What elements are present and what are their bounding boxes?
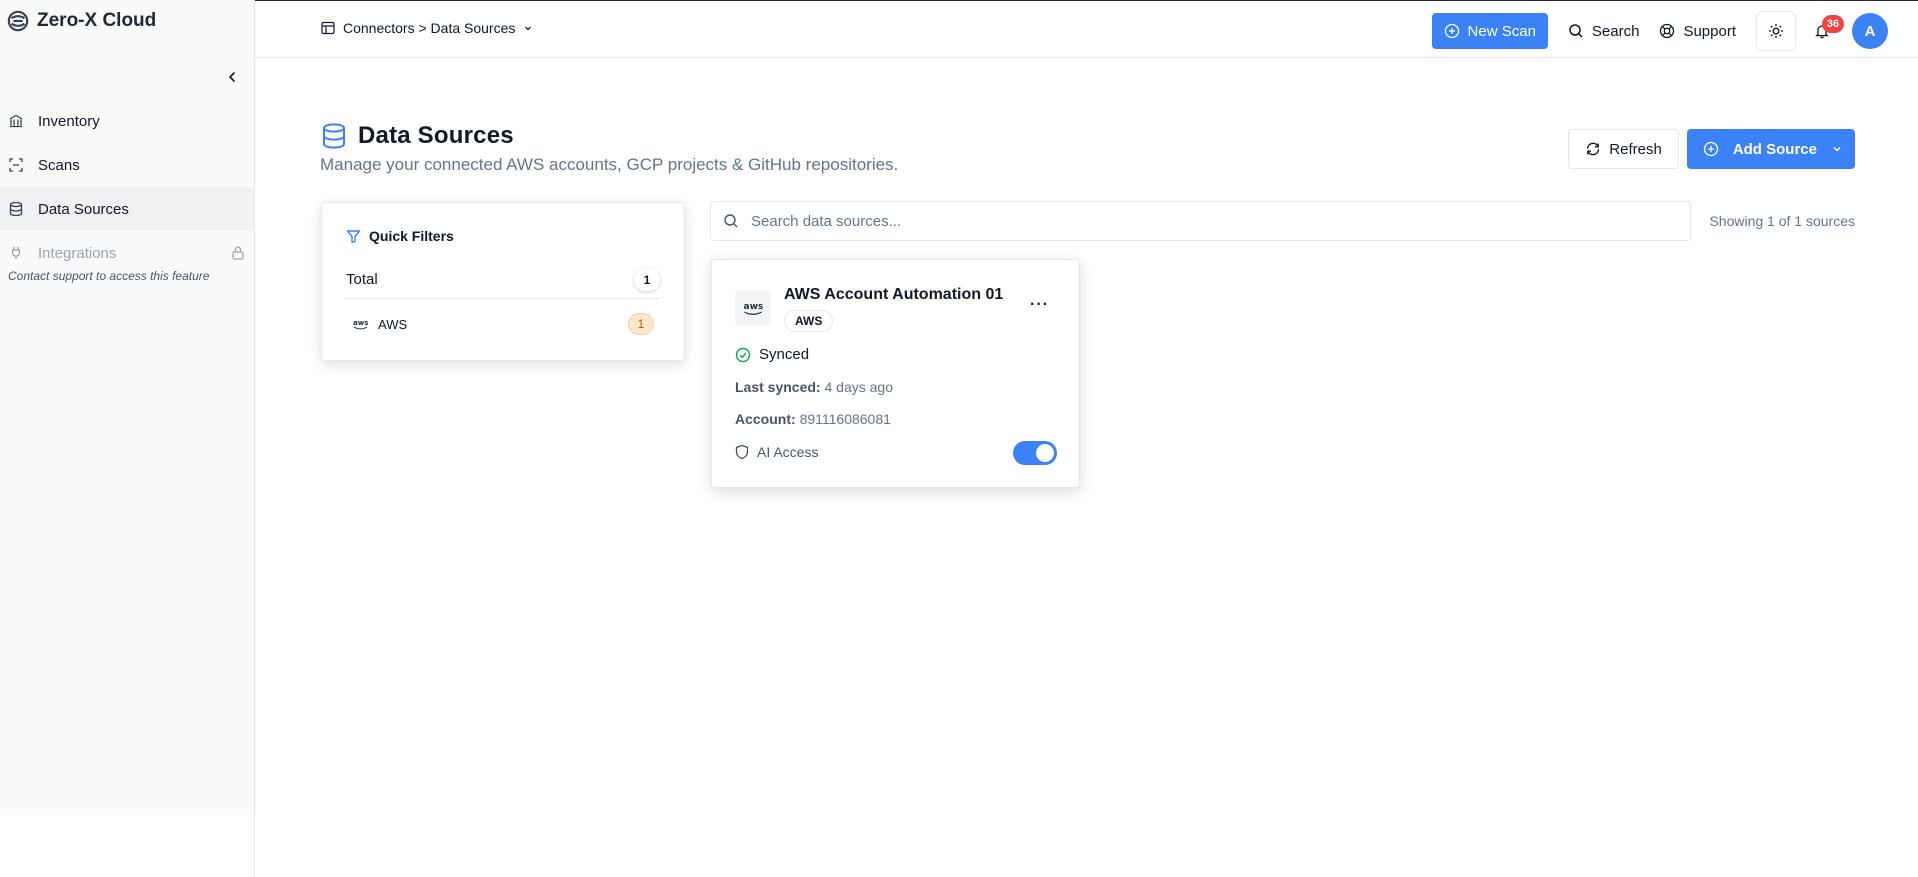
breadcrumb-text: Connectors > Data Sources	[343, 20, 516, 36]
plus-circle-icon	[1444, 23, 1459, 39]
ai-access-toggle[interactable]	[1013, 441, 1057, 465]
search-button[interactable]: Search	[1568, 22, 1640, 40]
sidebar-item-integrations: Integrations	[0, 231, 254, 275]
bank-icon	[9, 114, 23, 128]
brand-logo-icon	[7, 10, 29, 32]
aws-logo-icon: aws	[353, 319, 368, 330]
search-icon	[1569, 24, 1583, 38]
last-synced-value: 4 days ago	[824, 379, 893, 395]
filter-item-label: AWS	[378, 316, 408, 332]
sidebar-item-data-sources[interactable]: Data Sources	[0, 187, 254, 231]
new-scan-label: New Scan	[1467, 22, 1536, 40]
account-id: Account: 891116086081	[735, 411, 891, 427]
sidebar-item-label: Scans	[38, 156, 80, 174]
brand-name: Zero-X Cloud	[37, 10, 157, 31]
database-icon	[9, 201, 23, 217]
chevron-left-icon	[228, 72, 235, 82]
search-icon	[724, 214, 738, 228]
quick-filters-title-text: Quick Filters	[369, 228, 454, 244]
ai-access-label: AI Access	[757, 444, 819, 460]
refresh-icon	[1587, 142, 1600, 156]
sync-status-text: Synced	[759, 346, 810, 363]
filter-total-label: Total	[346, 271, 378, 288]
sidebar-nav: Inventory Scans Data Sources Integration…	[0, 99, 254, 283]
svg-text:aws: aws	[353, 319, 368, 327]
new-scan-button[interactable]: New Scan	[1431, 13, 1548, 49]
page-actions: Refresh Add Source	[1568, 129, 1855, 169]
add-source-label: Add Source	[1732, 140, 1817, 158]
chevron-down-icon	[1833, 146, 1841, 152]
search-label: Search	[1591, 22, 1640, 40]
more-options-button[interactable]: ···	[1030, 296, 1049, 314]
header-actions: New Scan Search Support 36 A	[1431, 11, 1888, 51]
results-count: Showing 1 of 1 sources	[1709, 213, 1855, 229]
page-title: Data Sources	[358, 122, 514, 149]
account-label: Account:	[735, 411, 796, 427]
source-card[interactable]: aws AWS Account Automation 01 AWS ··· Sy…	[711, 259, 1080, 488]
add-source-button[interactable]: Add Source	[1686, 129, 1855, 169]
source-name: AWS Account Automation 01	[784, 286, 1004, 303]
sidebar-item-label: Inventory	[38, 112, 100, 130]
page-title-row: Data Sources	[320, 122, 514, 150]
breadcrumb[interactable]: Connectors > Data Sources	[321, 20, 533, 36]
quick-filters-title: Quick Filters	[346, 228, 454, 244]
chevron-down-icon	[525, 26, 532, 31]
sidebar: Zero-X Cloud Inventory Scans Data Source…	[0, 0, 255, 815]
ai-access: AI Access	[735, 444, 818, 460]
search-bar	[710, 201, 1691, 241]
plus-circle-icon	[1703, 141, 1718, 157]
last-synced: Last synced: 4 days ago	[735, 379, 893, 395]
lock-icon	[232, 246, 244, 260]
support-button[interactable]: Support	[1659, 23, 1736, 40]
sun-icon	[1769, 24, 1783, 38]
filter-item-count: 1	[628, 313, 654, 335]
filter-item-aws[interactable]: aws AWS 1	[346, 309, 654, 339]
refresh-button[interactable]: Refresh	[1568, 129, 1679, 169]
check-circle-icon	[735, 347, 751, 362]
notification-count-badge: 36	[1822, 15, 1844, 33]
account-value: 891116086081	[799, 411, 891, 427]
support-label: Support	[1683, 22, 1736, 40]
filter-total-count: 1	[634, 268, 660, 291]
sync-status: Synced	[735, 346, 809, 363]
sidebar-item-scans[interactable]: Scans	[0, 143, 254, 187]
layout-icon	[321, 21, 335, 35]
brand[interactable]: Zero-X Cloud	[7, 10, 156, 32]
plug-icon	[11, 247, 21, 259]
sidebar-item-label: Integrations	[38, 244, 117, 262]
last-synced-label: Last synced:	[735, 379, 821, 395]
aws-logo-icon: aws	[735, 290, 771, 326]
refresh-label: Refresh	[1609, 140, 1662, 158]
database-icon	[323, 123, 345, 149]
lifebuoy-icon	[1660, 23, 1675, 39]
filter-icon	[346, 229, 361, 243]
scan-icon	[9, 158, 23, 172]
theme-toggle-button[interactable]	[1756, 11, 1796, 51]
source-type-badge: AWS	[784, 310, 834, 332]
sidebar-divider	[254, 815, 255, 877]
search-input[interactable]	[751, 212, 1651, 230]
top-header: Connectors > Data Sources New Scan Searc…	[255, 1, 1918, 58]
collapse-sidebar-button[interactable]	[222, 67, 242, 87]
avatar[interactable]: A	[1852, 13, 1888, 49]
sidebar-item-label: Data Sources	[38, 200, 129, 218]
filter-total-row[interactable]: Total 1	[346, 261, 660, 299]
svg-text:aws: aws	[744, 302, 764, 312]
quick-filters-panel: Quick Filters Total 1 aws AWS 1	[321, 202, 685, 361]
page-subtitle: Manage your connected AWS accounts, GCP …	[320, 155, 899, 174]
notifications-button[interactable]: 36	[1802, 11, 1844, 51]
shield-icon	[735, 444, 749, 460]
sidebar-item-inventory[interactable]: Inventory	[0, 99, 254, 143]
